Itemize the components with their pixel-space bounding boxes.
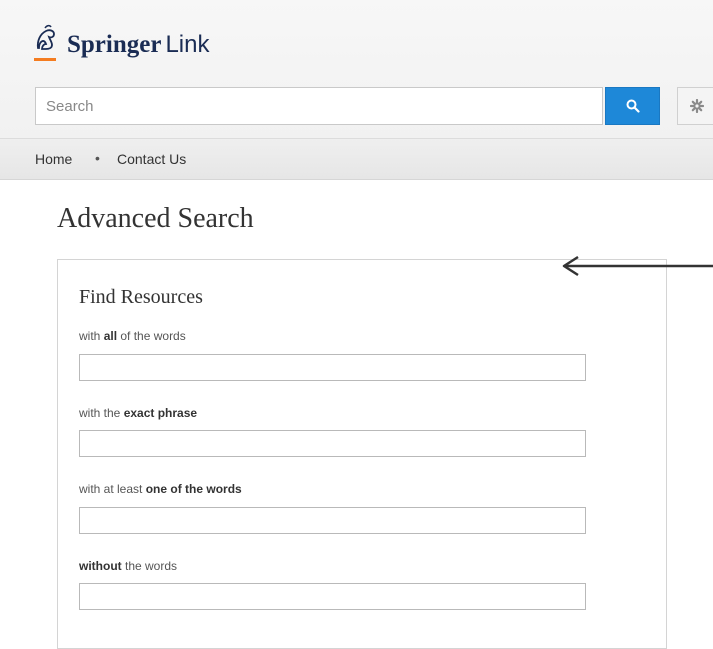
all-words-label: with all of the words: [79, 329, 186, 343]
without-words-label: without the words: [79, 559, 178, 573]
one-of-words-input[interactable]: [79, 507, 586, 534]
horse-logo-icon: [34, 24, 56, 61]
exact-phrase-label: with the exact phrase: [79, 406, 198, 420]
nav-contact-link[interactable]: Contact Us: [117, 151, 186, 167]
logo-brand: Springer: [67, 31, 162, 58]
one-of-words-label: with at least one of the words: [79, 482, 242, 496]
page-title: Advanced Search: [57, 203, 254, 234]
left-arrow-icon: [562, 255, 713, 277]
breadcrumb-nav: Home • Contact Us: [0, 138, 713, 180]
logo-sub: Link: [165, 31, 210, 58]
search-input[interactable]: [35, 87, 603, 125]
panel-title: Find Resources: [79, 286, 203, 308]
exact-phrase-input[interactable]: [79, 430, 586, 457]
find-resources-panel: Find Resources with all of the words wit…: [57, 259, 667, 649]
gear-icon: [690, 99, 704, 113]
search-button[interactable]: [605, 87, 660, 125]
nav-home-link[interactable]: Home: [35, 151, 72, 167]
nav-separator: •: [95, 150, 100, 166]
settings-button[interactable]: [677, 87, 713, 125]
logo-wordmark: Springer Link: [67, 30, 209, 60]
search-icon: [626, 99, 640, 113]
all-words-input[interactable]: [79, 354, 586, 381]
without-words-input[interactable]: [79, 583, 586, 610]
site-header: Springer Link: [0, 0, 713, 138]
